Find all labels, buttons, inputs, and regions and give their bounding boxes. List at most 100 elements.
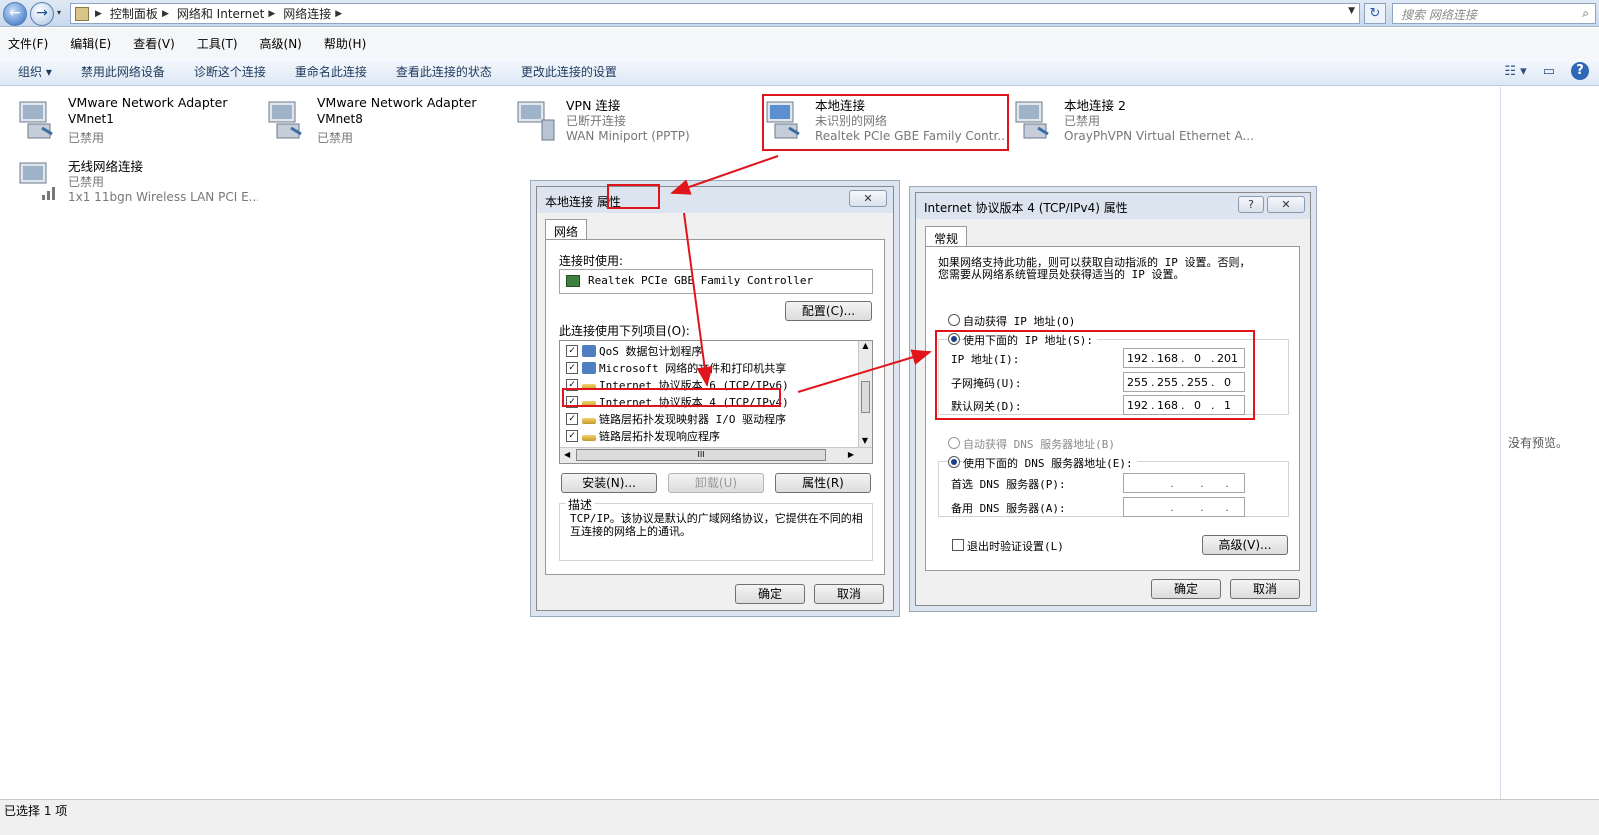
network-tab-panel: 连接时使用: Realtek PCIe GBE Family Controlle…: [545, 239, 885, 575]
disable-device-button[interactable]: 禁用此网络设备: [81, 63, 165, 80]
dialog-title: Internet 协议版本 4 (TCP/IPv4) 属性: [924, 201, 1128, 215]
refresh-button[interactable]: ↻: [1364, 3, 1386, 24]
ok-button[interactable]: 确定: [1151, 579, 1221, 599]
help-icon[interactable]: ?: [1238, 196, 1264, 213]
alternate-dns-field[interactable]: ...: [1123, 497, 1245, 517]
scroll-left-icon[interactable]: ◀: [564, 450, 570, 459]
validate-checkbox[interactable]: [952, 539, 964, 551]
breadcrumb-control-panel[interactable]: 控制面板: [110, 5, 158, 22]
menu-help[interactable]: 帮助(H): [324, 35, 366, 52]
description-label: 描述: [566, 496, 595, 513]
cancel-button[interactable]: 取消: [814, 584, 884, 604]
breadcrumb-network-connections[interactable]: 网络连接: [283, 5, 331, 22]
chevron-right-icon[interactable]: ▶: [268, 9, 275, 19]
search-input[interactable]: 搜索 网络连接 ⌕: [1392, 3, 1596, 24]
file-share-icon: [582, 362, 596, 374]
scroll-down-icon[interactable]: ▼: [859, 436, 871, 445]
search-icon[interactable]: ⌕: [1582, 6, 1589, 21]
connect-using-label: 连接时使用:: [559, 254, 624, 268]
scroll-right-icon[interactable]: ▶: [848, 450, 854, 459]
horizontal-scrollbar[interactable]: ◀ III ▶: [560, 447, 872, 463]
breadcrumb-network-internet[interactable]: 网络和 Internet: [177, 5, 264, 22]
install-button[interactable]: 安装(N)...: [561, 473, 657, 493]
description-text: TCP/IP。该协议是默认的广域网络协议，它提供在不同的相互连接的网络上的通讯。: [570, 512, 863, 538]
item-checkbox[interactable]: ✓: [566, 430, 578, 442]
menu-file[interactable]: 文件(F): [8, 35, 48, 52]
scroll-thumb[interactable]: [861, 381, 870, 413]
status-text: 已选择 1 项: [4, 804, 68, 818]
adapter-local-2[interactable]: 本地连接 2 已禁用 OrayPhVPN Virtual Ethernet A.…: [1012, 94, 1257, 150]
address-bar: ← → ▾ ▶ 控制面板 ▶ 网络和 Internet ▶ 网络连接 ▶ ▼ ↻…: [0, 0, 1599, 27]
protocol-icon: [582, 418, 596, 424]
item-label: 链路层拓扑发现映射器 I/O 驱动程序: [599, 413, 787, 426]
preview-empty-text: 没有预览。: [1508, 436, 1569, 450]
dialog-titlebar: 本地连接 属性: [537, 187, 893, 213]
menu-tools[interactable]: 工具(T): [197, 35, 238, 52]
preferred-dns-field[interactable]: ...: [1123, 473, 1245, 493]
adapter-subtitle: VMnet1: [68, 112, 114, 126]
close-button[interactable]: ✕: [849, 190, 887, 207]
list-item[interactable]: ✓ Microsoft 网络的文件和打印机共享: [566, 360, 786, 376]
tab-network[interactable]: 网络: [545, 219, 588, 240]
list-item[interactable]: ✓ 链路层拓扑发现映射器 I/O 驱动程序: [566, 411, 786, 427]
adapter-vmnet8[interactable]: VMware Network Adapter VMnet8 已禁用: [265, 94, 510, 150]
chevron-right-icon[interactable]: ▶: [95, 9, 102, 19]
list-item[interactable]: ✓ QoS 数据包计划程序: [566, 343, 703, 359]
chevron-right-icon[interactable]: ▶: [335, 9, 342, 19]
view-options-icon[interactable]: ☷ ▾: [1504, 64, 1526, 79]
auto-ip-label: 自动获得 IP 地址(O): [963, 315, 1076, 328]
menu-bar: 文件(F) 编辑(E) 查看(V) 工具(T) 高级(N) 帮助(H): [0, 28, 1599, 58]
manual-dns-radio[interactable]: [948, 456, 960, 468]
alternate-dns-label: 备用 DNS 服务器(A):: [951, 502, 1066, 515]
item-label: 链路层拓扑发现响应程序: [599, 430, 720, 443]
highlight-properties-title: [607, 184, 660, 209]
configure-button[interactable]: 配置(C)...: [785, 301, 872, 321]
adapter-card-icon: [566, 275, 580, 287]
properties-button[interactable]: 属性(R): [775, 473, 871, 493]
forward-button[interactable]: →: [30, 2, 54, 26]
organize-button[interactable]: 组织 ▾: [18, 63, 52, 80]
qos-icon: [582, 345, 596, 357]
command-bar: 组织 ▾ 禁用此网络设备 诊断这个连接 重命名此连接 查看此连接的状态 更改此连…: [0, 58, 1599, 86]
preferred-dns-label: 首选 DNS 服务器(P):: [951, 478, 1066, 491]
back-button[interactable]: ←: [3, 2, 27, 26]
rename-button[interactable]: 重命名此连接: [295, 63, 367, 80]
help-icon[interactable]: ?: [1571, 62, 1589, 80]
auto-ip-radio[interactable]: [948, 314, 960, 326]
list-item[interactable]: ✓ 链路层拓扑发现响应程序: [566, 428, 720, 444]
cancel-button[interactable]: 取消: [1230, 579, 1300, 599]
item-checkbox[interactable]: ✓: [566, 345, 578, 357]
adapter-wireless[interactable]: 无线网络连接 已禁用 1x1 11bgn Wireless LAN PCI E.…: [16, 155, 261, 211]
menu-advanced[interactable]: 高级(N): [260, 35, 302, 52]
vertical-scrollbar[interactable]: ▲ ▼: [858, 341, 872, 447]
breadcrumb[interactable]: ▶ 控制面板 ▶ 网络和 Internet ▶ 网络连接 ▶ ▼: [70, 3, 1360, 24]
item-checkbox[interactable]: ✓: [566, 413, 578, 425]
highlight-ipv4-item: [562, 388, 781, 407]
network-adapter-icon: [19, 101, 53, 139]
chevron-right-icon[interactable]: ▶: [162, 9, 169, 19]
preview-pane-icon[interactable]: ▭: [1543, 64, 1555, 79]
address-dropdown-icon[interactable]: ▼: [1348, 6, 1355, 16]
tab-general[interactable]: 常规: [925, 226, 968, 247]
vpn-adapter-icon: [517, 101, 555, 141]
menu-view[interactable]: 查看(V): [133, 35, 175, 52]
adapter-subtitle: 已禁用: [1064, 114, 1101, 128]
menu-edit[interactable]: 编辑(E): [70, 35, 111, 52]
uninstall-button[interactable]: 卸载(U): [668, 473, 764, 493]
scroll-hthumb[interactable]: III: [576, 449, 826, 461]
change-settings-button[interactable]: 更改此连接的设置: [521, 63, 617, 80]
auto-dns-radio[interactable]: [948, 437, 960, 449]
adapter-vpn[interactable]: VPN 连接 已断开连接 WAN Miniport (PPTP): [514, 94, 759, 150]
advanced-button[interactable]: 高级(V)...: [1202, 535, 1288, 555]
diagnose-button[interactable]: 诊断这个连接: [194, 63, 266, 80]
view-status-button[interactable]: 查看此连接的状态: [396, 63, 492, 80]
adapter-status: WAN Miniport (PPTP): [566, 129, 690, 143]
recent-pages-icon[interactable]: ▾: [57, 8, 61, 17]
close-button[interactable]: ✕: [1267, 196, 1305, 213]
scroll-up-icon[interactable]: ▲: [859, 341, 872, 350]
item-checkbox[interactable]: ✓: [566, 362, 578, 374]
network-adapter-icon: [1015, 101, 1049, 139]
adapter-status: 已禁用: [68, 131, 105, 145]
adapter-vmnet1[interactable]: VMware Network Adapter VMnet1 已禁用: [16, 94, 261, 150]
ok-button[interactable]: 确定: [735, 584, 805, 604]
